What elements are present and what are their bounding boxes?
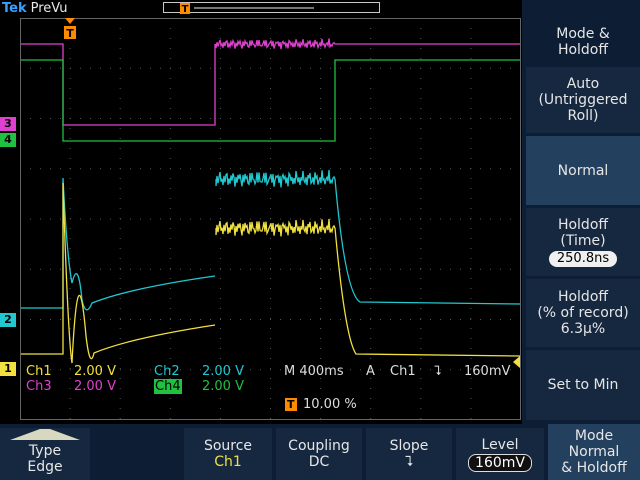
set-to-min-button[interactable]: Set to Min [526,350,640,420]
trigger-level-label: 160mV [464,364,511,379]
holdoff-percent-button[interactable]: Holdoff (% of record) 6.3µ% [526,279,640,347]
ch1-scale: 2.00 V [74,364,116,379]
svg-text:T: T [66,27,74,40]
normal-button[interactable]: Normal [526,136,640,205]
ch3-scale: 2.00 V [74,379,116,394]
holdoff-percent-value: 6.3µ% [560,321,606,337]
level-button[interactable]: Level 160mV [456,428,544,480]
acquisition-mode-label: PreVu [30,1,68,16]
bottom-menu: Type Edge Source Ch1 Coupling DC Slope ⮧… [0,424,640,480]
readout-panel: Ch1 2.00 V Ch3 2.00 V Ch2 2.00 V Ch4 2.0… [20,362,520,420]
slope-button[interactable]: Slope ⮧ [366,428,452,480]
falling-slope-icon: ⮧ [404,454,414,470]
timebase-label: M 400ms [284,364,344,379]
trigger-type-button[interactable]: Type Edge [0,428,90,480]
waveform-display [20,18,521,420]
coupling-button[interactable]: Coupling DC [276,428,362,480]
trigger-source-menu-value: Ch1 [214,454,242,470]
side-menu: Mode & Holdoff Auto (Untriggered Roll) N… [522,0,640,424]
oscilloscope-screen: Tek PreVu T T 3 4 2 1 Ch1 2.00 V Ch3 2.0… [0,0,640,480]
ch2-label: Ch2 [154,364,180,379]
trigger-mode-label: A [366,364,375,379]
level-label: Level [481,436,519,453]
trigger-type-value: Edge [27,459,63,475]
ch3-label: Ch3 [26,379,52,394]
trigger-type-label: Type [28,443,62,459]
trigger-source-button[interactable]: Source Ch1 [184,428,272,480]
holdoff-time-button[interactable]: Holdoff (Time) 250.8ns [526,208,640,276]
trigger-slope-icon: ⮧ [434,364,442,379]
ch3-marker[interactable]: 3 [0,117,16,131]
holdoff-time-label: Holdoff (Time) [557,217,609,249]
coupling-label: Coupling [288,438,350,454]
brand-tek: Tek [2,1,27,16]
trigger-source-menu-label: Source [203,438,253,454]
side-menu-title: Mode & Holdoff [526,20,640,64]
coupling-value: DC [308,454,330,470]
brand-label: Tek PreVu [2,0,68,18]
trigger-position-marker-icon: T [180,3,190,15]
level-value: 160mV [468,453,532,472]
holdoff-percent-label: Holdoff (% of record) [537,289,629,321]
slope-label: Slope [389,438,429,454]
svg-text:T: T [182,4,189,15]
holdoff-time-value: 250.8ns [548,251,618,267]
record-view-bar [163,2,380,13]
ch1-marker[interactable]: 1 [0,362,16,376]
horizontal-position-icon: T [285,398,297,411]
ch4-scale: 2.00 V [202,379,244,394]
ch4-marker[interactable]: 4 [0,133,16,147]
horizontal-position-label: 10.00 % [303,397,357,412]
ch2-scale: 2.00 V [202,364,244,379]
ch4-label: Ch4 [154,379,182,394]
ch2-marker[interactable]: 2 [0,313,16,327]
menu-tab-icon [10,429,80,440]
ch1-label: Ch1 [26,364,52,379]
trigger-time-marker-icon: T [64,18,76,40]
mode-holdoff-button[interactable]: Mode Normal & Holdoff [548,424,640,480]
trigger-source-label: Ch1 [390,364,416,379]
auto-untriggered-roll-button[interactable]: Auto (Untriggered Roll) [526,67,640,133]
